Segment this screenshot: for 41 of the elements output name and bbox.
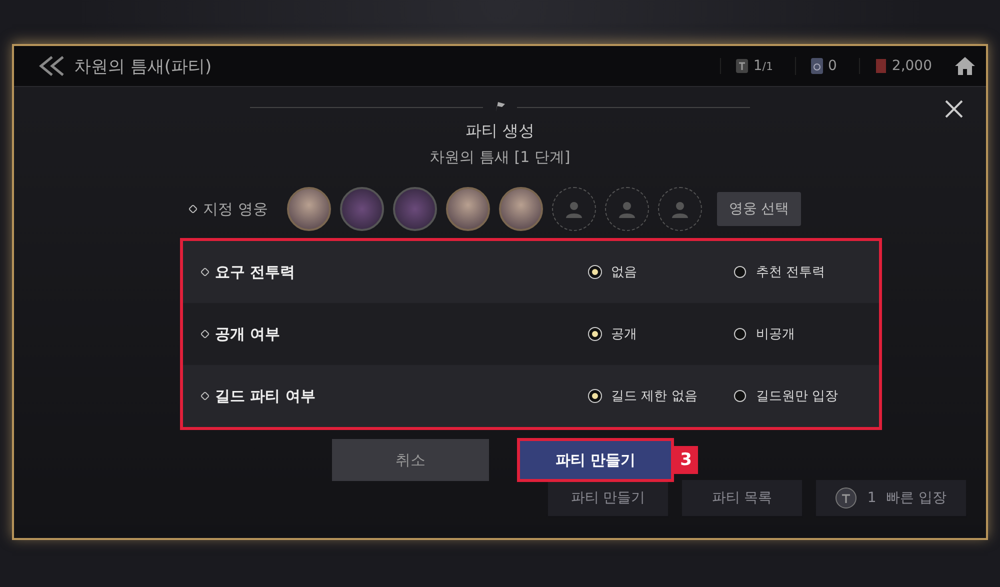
cancel-button[interactable]: 취소 [332, 439, 490, 481]
heroes-label: 지정 영웅 [203, 200, 268, 218]
option-label: 요구 전투력 [215, 262, 296, 282]
radio-option[interactable]: 공개 [589, 325, 734, 343]
radio-option[interactable]: 길드원만 입장 [734, 387, 879, 405]
person-icon [618, 200, 636, 218]
home-icon[interactable] [954, 56, 976, 76]
hero-select-button[interactable]: 영웅 선택 [716, 192, 802, 226]
radio-option[interactable]: 비공개 [734, 325, 879, 343]
radio-option[interactable]: 추천 전투력 [734, 263, 879, 281]
step-badge: 3 [674, 446, 698, 474]
option-label: 길드 파티 여부 [215, 386, 316, 406]
stat-value: 1/1 [753, 58, 773, 74]
create-party-button[interactable]: 파티 만들기 [517, 438, 674, 482]
person-icon [564, 200, 583, 218]
hero-portrait[interactable] [446, 187, 490, 231]
gem-icon [810, 57, 824, 75]
radio-option[interactable]: 없음 [589, 263, 734, 281]
screen-title: 차원의 틈새(파티) [74, 56, 213, 78]
diamond-icon [201, 268, 209, 276]
button-label: 빠른 입장 [886, 489, 947, 507]
close-icon [944, 99, 964, 119]
radio-option[interactable]: 길드 제한 없음 [589, 387, 734, 405]
ticket-icon [735, 58, 750, 74]
hero-portrait[interactable] [498, 187, 543, 231]
dialog-title: 파티 생성 [465, 121, 535, 142]
diamond-icon [189, 205, 197, 213]
person-icon [670, 200, 689, 218]
stat-value: 0 [828, 58, 837, 74]
ticket-count: 1 [867, 490, 876, 506]
option-label: 공개 여부 [215, 324, 280, 344]
background-button[interactable]: 1 빠른 입장 [816, 480, 966, 516]
background-button[interactable]: 파티 목록 [682, 480, 802, 516]
ticket-icon [835, 487, 858, 509]
diamond-icon [201, 330, 209, 338]
hero-portrait[interactable] [286, 187, 331, 231]
diamond-icon [201, 392, 209, 400]
background-button[interactable]: 파티 만들기 [548, 480, 668, 516]
back-icon[interactable] [38, 55, 66, 77]
stat-value: 2,000 [892, 58, 932, 74]
dialog-subtitle: 차원의 틈새 [1 단계] [430, 148, 570, 167]
